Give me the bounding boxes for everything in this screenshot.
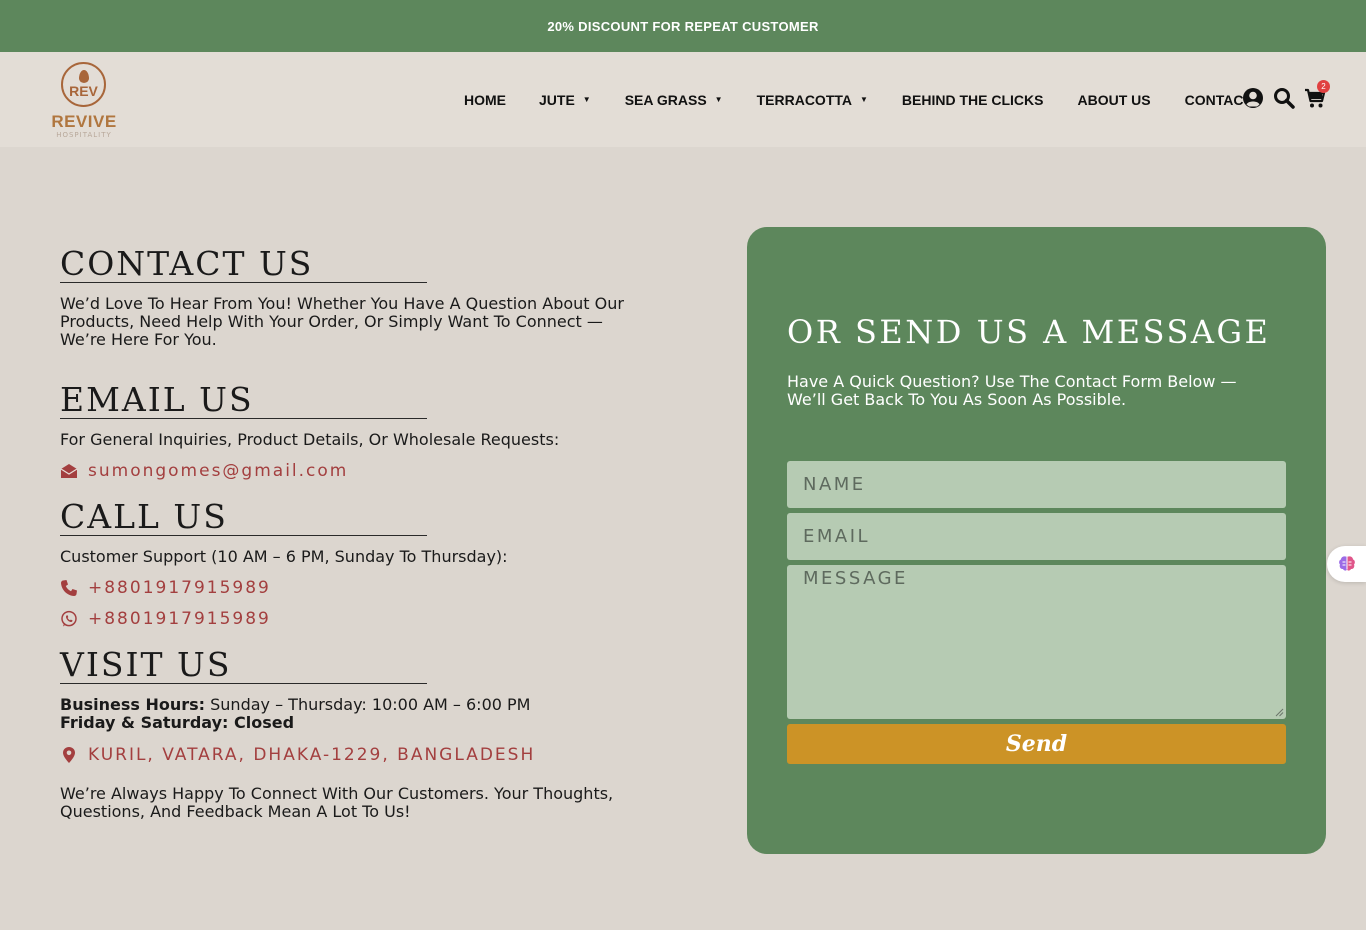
whatsapp-number: +8801917915989 xyxy=(88,609,271,629)
promo-text: 20% DISCOUNT FOR REPEAT CUSTOMER xyxy=(547,18,819,34)
contact-text: We’d Love To Hear From You! Whether You … xyxy=(60,294,624,349)
visit-heading: VISIT US xyxy=(60,647,427,684)
nav-terracotta-label: TERRACOTTA xyxy=(756,91,852,108)
nav-home[interactable]: HOME xyxy=(464,92,506,108)
nav-about-us-label: ABOUT US xyxy=(1077,91,1151,108)
whatsapp-link[interactable]: +8801917915989 xyxy=(60,608,271,630)
email-input[interactable]: EMAIL xyxy=(787,513,1286,560)
promo-bar: 20% DISCOUNT FOR REPEAT CUSTOMER xyxy=(0,0,1366,52)
user-circle-icon[interactable] xyxy=(1242,87,1264,109)
nav-about-us[interactable]: ABOUT US xyxy=(1077,92,1150,108)
email-address: sumongomes@gmail.com xyxy=(88,461,349,481)
nav-sea-grass[interactable]: SEA GRASS ▼ xyxy=(625,92,723,108)
closing-text: We’re Always Happy To Connect With Our C… xyxy=(60,784,614,821)
caret-down-icon: ▼ xyxy=(714,95,723,104)
site-header: REV REVIVE HOSPITALITY HOME JUTE ▼ SEA G… xyxy=(0,52,1366,147)
message-textarea[interactable]: MESSAGE xyxy=(787,565,1286,719)
business-hours-label: Business Hours: xyxy=(60,695,206,714)
call-text: Customer Support (10 AM – 6 PM, Sunday T… xyxy=(60,547,508,566)
send-button[interactable]: Send xyxy=(787,724,1286,764)
nav-jute-label: JUTE xyxy=(539,91,575,108)
caret-down-icon: ▼ xyxy=(582,95,591,104)
contact-form-card: OR SEND US A MESSAGE Have A Quick Questi… xyxy=(747,227,1326,854)
message-placeholder: MESSAGE xyxy=(803,568,908,589)
business-hours-value: Sunday – Thursday: 10:00 AM – 6:00 PM xyxy=(205,695,531,714)
nav-home-label: HOME xyxy=(464,91,506,108)
form-description: Have A Quick Question? Use The Contact F… xyxy=(787,372,1237,409)
header-icons: 2 xyxy=(1242,80,1330,110)
contact-heading: CONTACT US xyxy=(60,246,427,283)
brain-widget-button[interactable] xyxy=(1327,546,1366,582)
logo-mark: REV xyxy=(61,62,106,107)
logo-mark-text: REV xyxy=(69,82,98,99)
main-nav: HOME JUTE ▼ SEA GRASS ▼ TERRACOTTA ▼ BEH… xyxy=(464,52,1252,147)
cart-count-badge: 2 xyxy=(1317,80,1330,93)
email-heading: EMAIL US xyxy=(60,382,427,419)
logo[interactable]: REV REVIVE HOSPITALITY xyxy=(48,60,120,142)
phone-number: +8801917915989 xyxy=(88,578,271,598)
nav-jute[interactable]: JUTE ▼ xyxy=(539,92,591,108)
nav-terracotta[interactable]: TERRACOTTA ▼ xyxy=(757,92,868,108)
nav-behind-the-clicks[interactable]: BEHIND THE CLICKS xyxy=(902,92,1044,108)
whatsapp-icon xyxy=(60,610,78,628)
closed-days: Friday & Saturday: Closed xyxy=(60,713,295,732)
nav-sea-grass-label: SEA GRASS xyxy=(624,91,707,108)
email-placeholder: EMAIL xyxy=(803,526,871,547)
cart-icon[interactable]: 2 xyxy=(1304,80,1330,109)
form-title: OR SEND US A MESSAGE xyxy=(787,313,1271,351)
nav-behind-the-clicks-label: BEHIND THE CLICKS xyxy=(901,91,1044,108)
map-pin-icon xyxy=(60,746,78,764)
address-link[interactable]: KURIL, VATARA, DHAKA-1229, BANGLADESH xyxy=(60,744,535,766)
phone-icon xyxy=(60,579,78,597)
address-text: KURIL, VATARA, DHAKA-1229, BANGLADESH xyxy=(88,745,536,765)
call-heading: CALL US xyxy=(60,499,427,536)
name-placeholder: NAME xyxy=(803,474,866,495)
leaf-icon xyxy=(78,69,89,83)
brain-icon xyxy=(1338,556,1355,571)
email-text: For General Inquiries, Product Details, … xyxy=(60,430,560,449)
email-link[interactable]: sumongomes@gmail.com xyxy=(60,460,348,482)
logo-name: REVIVE xyxy=(51,112,117,131)
envelope-icon xyxy=(60,462,78,480)
caret-down-icon: ▼ xyxy=(860,95,868,104)
name-input[interactable]: NAME xyxy=(787,461,1286,508)
business-hours: Business Hours: Sunday – Thursday: 10:00… xyxy=(60,696,660,714)
resize-handle-icon[interactable] xyxy=(1275,708,1284,717)
search-icon[interactable] xyxy=(1273,87,1295,109)
logo-tagline: HOSPITALITY xyxy=(56,131,112,139)
phone-link[interactable]: +8801917915989 xyxy=(60,577,271,599)
